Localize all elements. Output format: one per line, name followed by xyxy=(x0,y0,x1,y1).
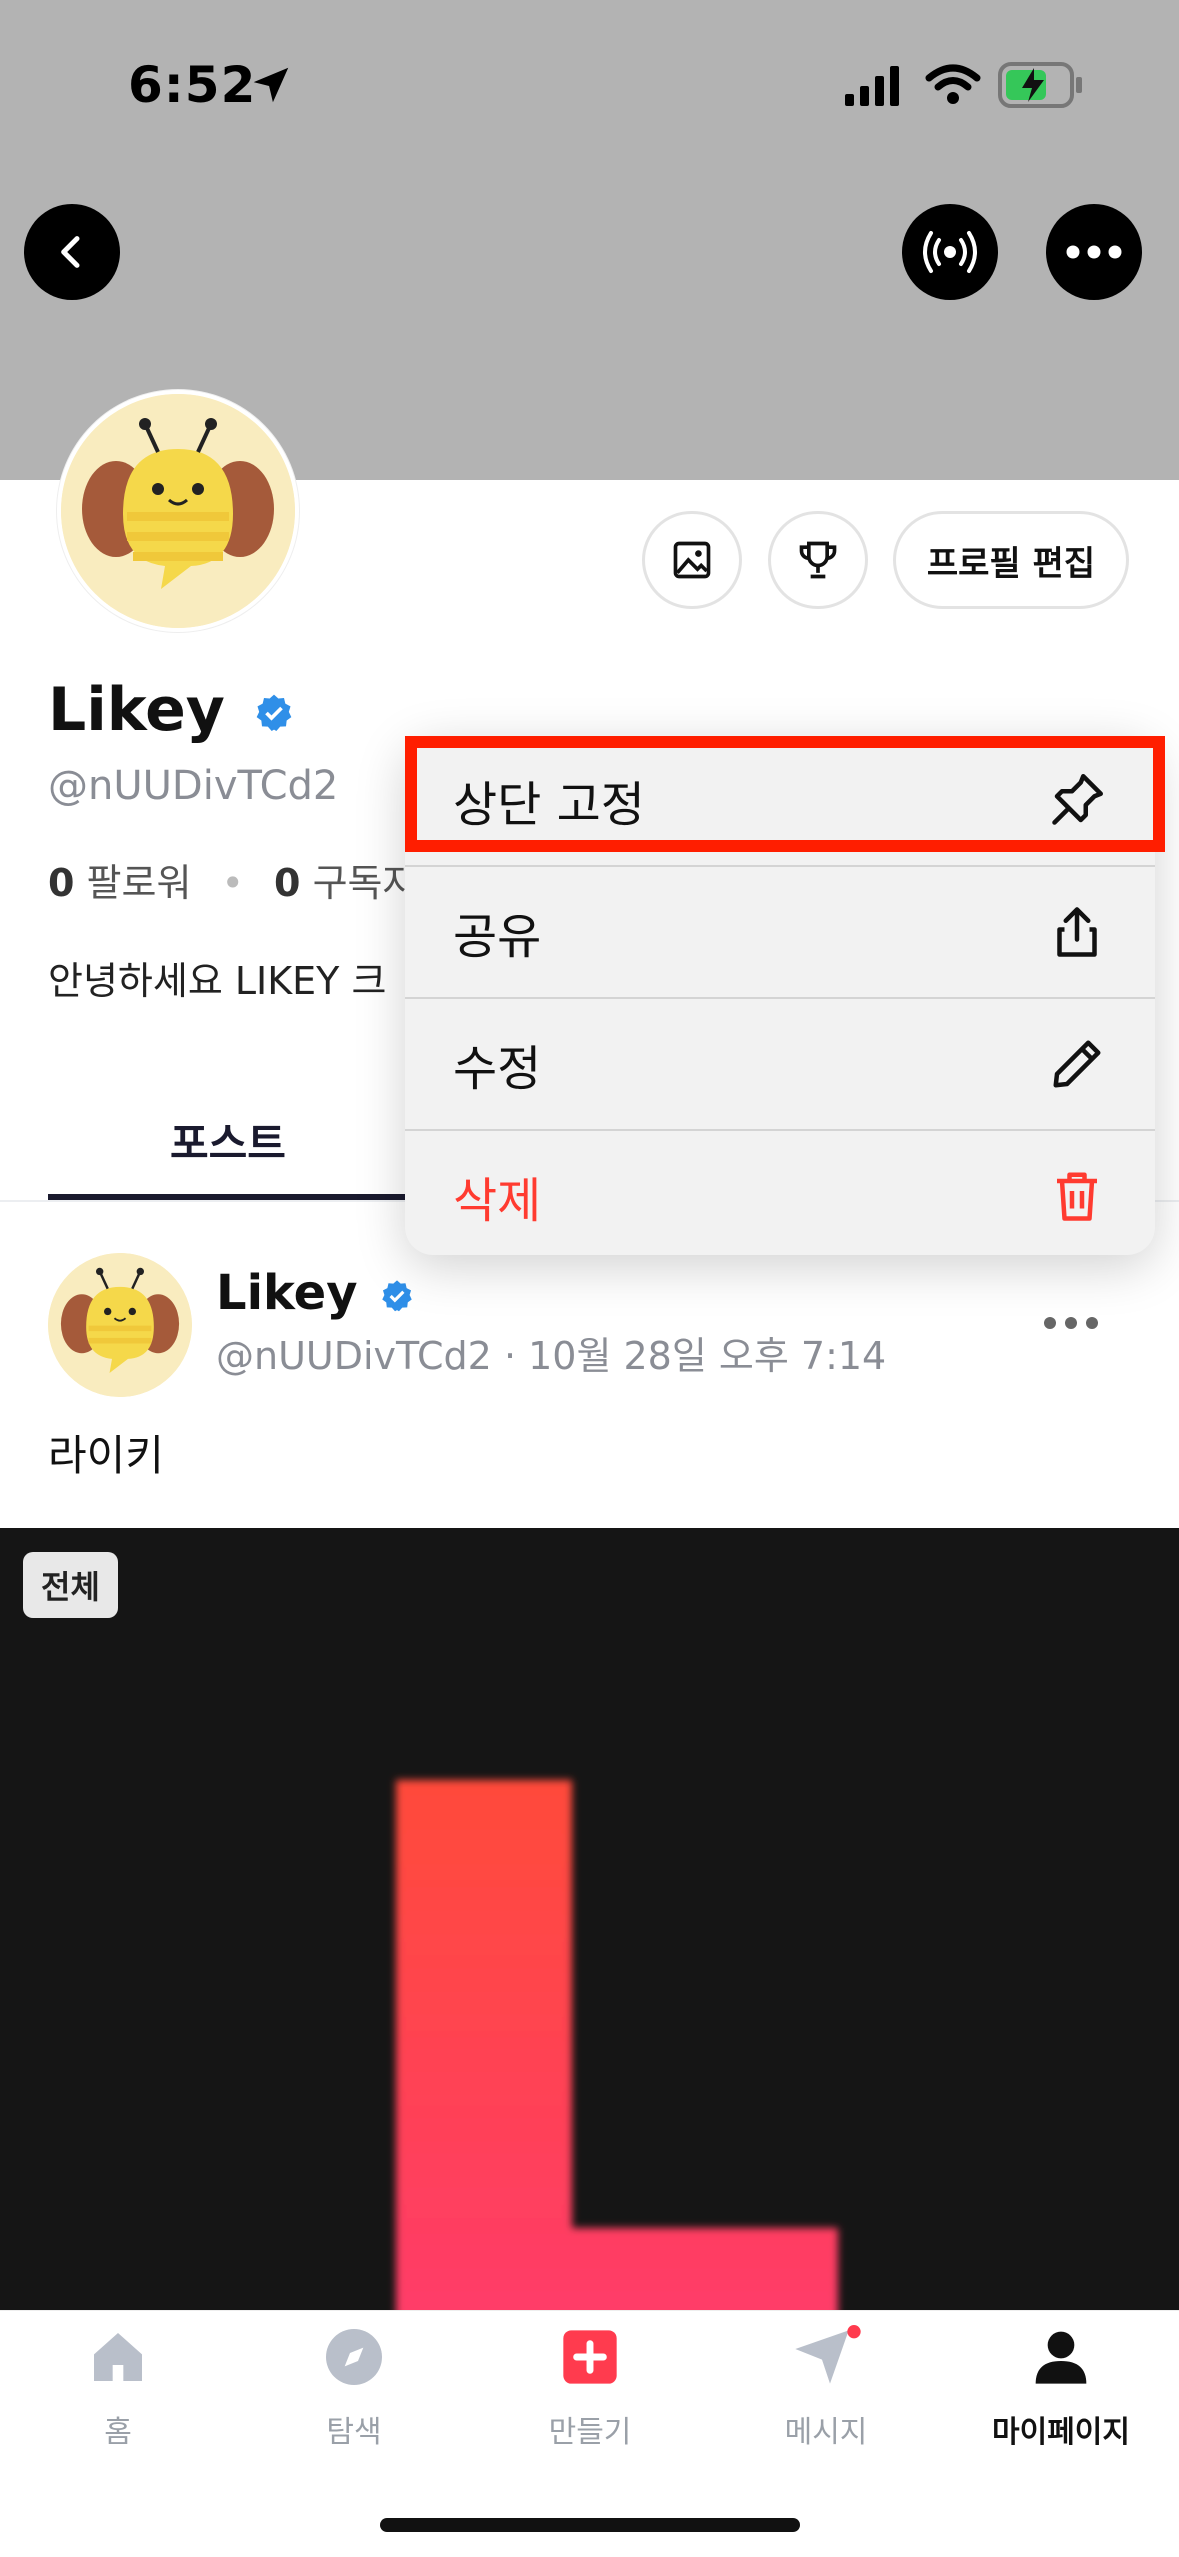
nav-mypage[interactable]: 마이페이지 xyxy=(943,2325,1179,2451)
subscribers-stat[interactable]: 0 구독자 xyxy=(274,861,417,905)
nav-create[interactable]: 만들기 xyxy=(472,2325,708,2451)
post-author-name[interactable]: Likey xyxy=(216,1265,414,1321)
verified-badge-icon xyxy=(382,1280,412,1312)
post-meta: @nUUDivTCd2 · 10월 28일 오후 7:14 xyxy=(216,1325,886,1380)
post-author-avatar[interactable] xyxy=(48,1253,192,1397)
pencil-icon xyxy=(1053,1040,1101,1088)
post-text: 라이키 xyxy=(48,1431,164,1480)
followers-stat[interactable]: 0 팔로워 xyxy=(48,861,191,905)
status-time: 6:52 xyxy=(128,56,257,114)
profile-name-text: Likey xyxy=(48,675,225,745)
home-icon xyxy=(94,2333,142,2381)
battery-icon xyxy=(998,62,1082,108)
profile-bio: 안녕하세요 LIKEY 크 xyxy=(48,959,387,1003)
audience-badge: 전체 xyxy=(23,1552,118,1618)
nav-label: 메시지 xyxy=(784,2415,868,2450)
live-broadcast-button[interactable] xyxy=(902,204,998,300)
post-media[interactable] xyxy=(0,1528,1179,2310)
achievements-button[interactable] xyxy=(768,511,868,609)
menu-item-delete[interactable]: 삭제 xyxy=(405,1131,1155,1255)
menu-item-share[interactable]: 공유 xyxy=(405,867,1155,997)
bee-mascot-icon xyxy=(61,394,295,628)
profile-handle: @nUUDivTCd2 xyxy=(48,763,339,809)
followers-count: 0 xyxy=(48,861,75,905)
more-horizontal-icon xyxy=(1066,245,1122,259)
send-icon xyxy=(795,2325,861,2384)
meta-separator: · xyxy=(503,1334,529,1378)
more-options-button[interactable] xyxy=(1046,204,1142,300)
home-indicator xyxy=(380,2518,800,2532)
verified-badge-icon xyxy=(256,695,292,732)
profile-stats: 0 팔로워 • 0 구독자 xyxy=(48,852,417,907)
followers-label: 팔로워 xyxy=(86,861,192,905)
nav-label: 만들기 xyxy=(548,2415,632,2450)
chevron-left-icon xyxy=(61,236,80,268)
signal-icon xyxy=(845,66,899,106)
subscribers-label: 구독자 xyxy=(312,861,418,905)
menu-item-edit[interactable]: 수정 xyxy=(405,999,1155,1129)
post-more-icon[interactable] xyxy=(1042,1315,1100,1331)
profile-name: Likey xyxy=(48,675,294,745)
media-button[interactable] xyxy=(642,511,742,609)
post-handle: @nUUDivTCd2 xyxy=(216,1334,492,1378)
profile-avatar[interactable] xyxy=(57,390,299,632)
menu-item-label: 공유 xyxy=(453,909,542,965)
user-icon xyxy=(1035,2331,1087,2384)
nav-messages[interactable]: 메시지 xyxy=(708,2325,944,2451)
nav-home[interactable]: 홈 xyxy=(0,2325,236,2451)
tab-posts[interactable]: 포스트 xyxy=(48,1110,408,1171)
nav-label: 탐색 xyxy=(326,2415,382,2450)
edit-profile-button[interactable]: 프로필 편집 xyxy=(893,511,1129,609)
wifi-icon xyxy=(925,64,981,104)
likey-logo-image xyxy=(396,1780,838,2310)
nav-label: 홈 xyxy=(104,2415,132,2450)
trash-icon xyxy=(1057,1172,1097,1221)
compass-icon xyxy=(326,2329,382,2385)
location-arrow-icon xyxy=(253,67,289,103)
subscribers-count: 0 xyxy=(274,861,301,905)
trophy-icon xyxy=(799,541,837,579)
nav-label: 마이페이지 xyxy=(992,2415,1130,2450)
broadcast-icon xyxy=(923,231,977,273)
stats-separator: • xyxy=(221,861,244,905)
pin-option-highlight xyxy=(405,736,1165,852)
post-author-name-text: Likey xyxy=(216,1265,358,1321)
post-timestamp: 10월 28일 오후 7:14 xyxy=(528,1334,887,1378)
image-icon xyxy=(673,541,711,579)
nav-explore[interactable]: 탐색 xyxy=(236,2325,472,2451)
menu-item-label: 수정 xyxy=(453,1041,542,1097)
bee-mascot-icon xyxy=(48,1253,192,1397)
plus-icon xyxy=(563,2330,617,2384)
back-button[interactable] xyxy=(24,204,120,300)
share-icon xyxy=(1057,907,1097,957)
menu-item-label: 삭제 xyxy=(453,1173,542,1229)
